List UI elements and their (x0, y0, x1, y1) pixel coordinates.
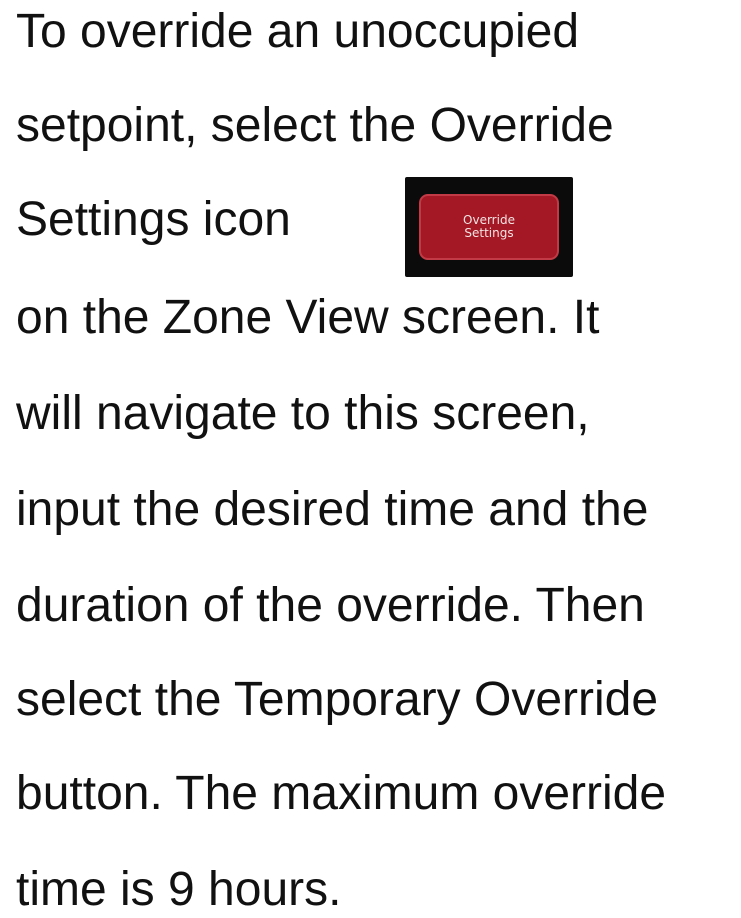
override-settings-button[interactable]: Override Settings (419, 194, 559, 260)
instruction-line: setpoint, select the Override (16, 99, 614, 152)
instruction-line: duration of the override. Then (16, 579, 645, 632)
override-settings-label-line2: Settings (464, 226, 514, 240)
instruction-line: will navigate to this screen, (16, 387, 590, 440)
override-settings-icon-image: Override Settings (405, 177, 573, 277)
instruction-line: on the Zone View screen. It (16, 291, 600, 344)
instruction-line: select the Temporary Override (16, 673, 659, 726)
instruction-line: time is 9 hours. (16, 863, 342, 916)
instruction-line: To override an unoccupied (16, 5, 580, 58)
instruction-line: input the desired time and the (16, 483, 649, 536)
instruction-line: Settings icon (16, 193, 291, 246)
instruction-line: button. The maximum override (16, 767, 667, 820)
